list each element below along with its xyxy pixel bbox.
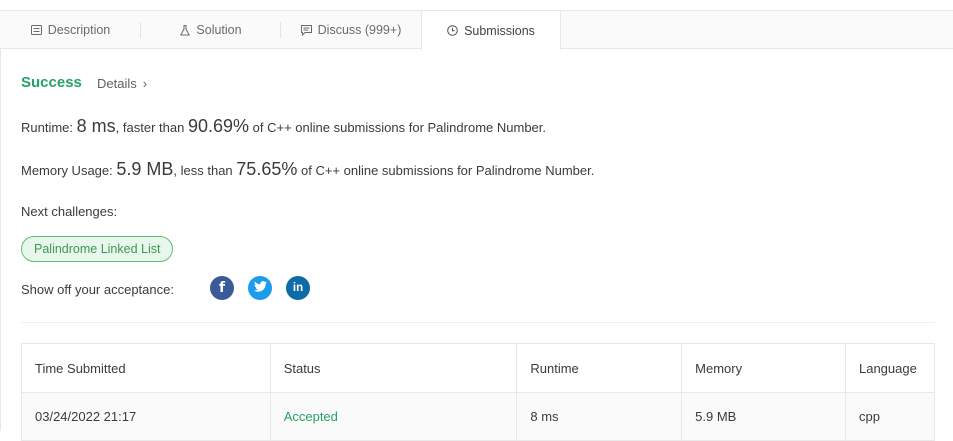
runtime-percentile: 90.69% [187,116,250,136]
facebook-share-button[interactable]: f [210,276,234,300]
twitter-icon [253,279,267,297]
tab-bar: Description Solution Discuss (999+) Subm… [0,10,953,50]
details-link[interactable]: Details › [97,76,147,91]
runtime-label: Runtime: [21,120,74,135]
panel-border [0,49,1,431]
tab-solution[interactable]: Solution [141,11,281,49]
linkedin-share-button[interactable]: in [286,276,310,300]
memory-percentile: 75.65% [236,159,298,179]
chevron-right-icon: › [142,76,148,91]
memory-value: 5.9 MB [116,159,174,179]
details-label: Details [97,76,137,91]
tab-discuss[interactable]: Discuss (999+) [281,11,421,49]
memory-suffix: of C++ online submissions for Palindrome… [300,163,595,178]
tab-discuss-label: Discuss (999+) [317,23,402,37]
cell-status[interactable]: Accepted [269,392,518,441]
cell-runtime: 8 ms [516,392,683,441]
table-row[interactable]: 03/24/2022 21:17 Accepted 8 ms 5.9 MB cp… [21,392,936,441]
runtime-value: 8 ms [76,116,116,136]
column-header-memory[interactable]: Memory [681,343,846,393]
clock-icon [447,25,458,36]
facebook-icon: f [218,280,226,296]
comment-icon [300,24,312,36]
tab-submissions[interactable]: Submissions [421,11,561,50]
top-spacer [0,0,953,10]
column-header-runtime[interactable]: Runtime [516,343,683,393]
section-divider [21,322,935,323]
tab-description[interactable]: Description [0,11,141,49]
twitter-share-button[interactable] [248,276,272,300]
cell-time-submitted: 03/24/2022 21:17 [21,392,271,441]
share-label: Show off your acceptance: [21,282,174,297]
table-header-row: Time Submitted Status Runtime Memory Lan… [21,343,936,393]
tab-description-label: Description [47,23,111,37]
cell-memory: 5.9 MB [681,392,846,441]
runtime-suffix: of C++ online submissions for Palindrome… [252,120,547,135]
column-header-language[interactable]: Language [844,343,936,393]
runtime-comparison: , faster than [115,120,185,135]
column-header-status[interactable]: Status [269,343,518,393]
next-challenges-label: Next challenges: [21,204,118,219]
tab-submissions-label: Submissions [464,23,535,38]
linkedin-icon: in [292,282,304,294]
memory-summary: Memory Usage: 5.9 MB, less than 75.65% o… [21,159,594,180]
memory-comparison: , less than [173,163,233,178]
next-challenge-tag[interactable]: Palindrome Linked List [21,236,174,262]
document-icon [30,25,42,35]
column-header-time-submitted[interactable]: Time Submitted [21,343,271,393]
result-status: Success [21,74,82,91]
tab-solution-label: Solution [196,23,242,37]
submissions-table: Time Submitted Status Runtime Memory Lan… [21,343,936,441]
runtime-summary: Runtime: 8 ms, faster than 90.69% of C++… [21,116,546,137]
cell-language: cpp [844,392,936,441]
memory-label: Memory Usage: [21,163,113,178]
flask-icon [180,24,191,36]
